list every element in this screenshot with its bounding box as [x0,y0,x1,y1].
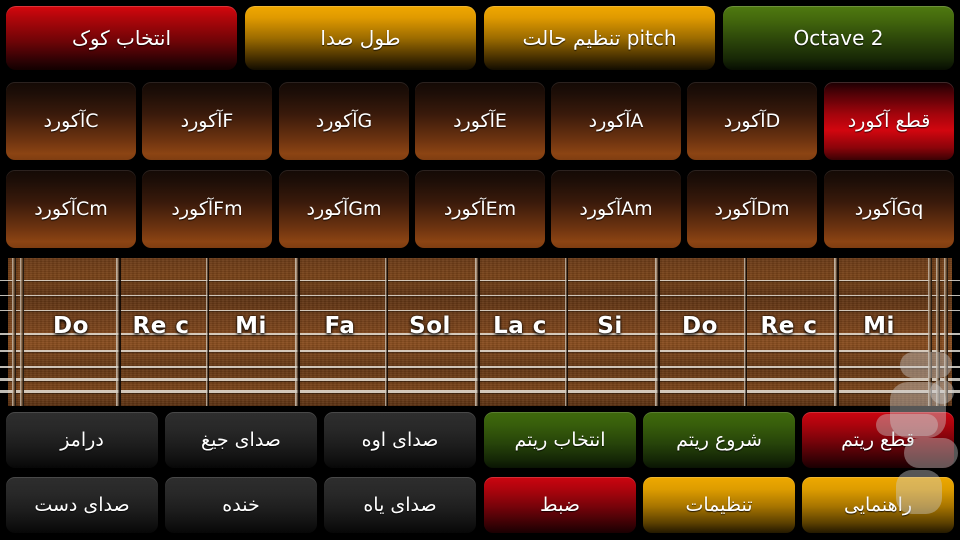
select-rhythm-button[interactable]: انتخاب ریتم [484,412,636,468]
button-label: تنظیمات [685,494,753,516]
button-label: آکوردGq [854,198,924,220]
pitch-mode-button[interactable]: تنظیم حالت pitch [484,6,715,70]
fret-note-label[interactable]: Re c [116,313,206,339]
guitar-string [0,280,960,281]
yeah-sound-button[interactable]: صدای یاه [324,477,476,533]
clap-sound-button[interactable]: صدای دست [6,477,158,533]
button-label: راهنمایی [843,494,913,516]
app-root: انتخاب کوک طول صدا تنظیم حالت pitch Octave … [0,0,960,540]
button-label: قطع ریتم [841,429,915,451]
button-label: Octave 2 [793,26,884,50]
drums-button[interactable]: درامز [6,412,158,468]
start-rhythm-button[interactable]: شروع ریتم [643,412,795,468]
fret-note-label[interactable]: Re c [744,313,834,339]
button-label: آکوردFm [171,198,243,220]
chord-a-button[interactable]: آکوردA [551,82,681,160]
help-button[interactable]: راهنمایی [802,477,954,533]
fret-note-label[interactable]: Do [26,313,116,339]
select-tuning-button[interactable]: انتخاب کوک [6,6,237,70]
chord-em-button[interactable]: آکوردEm [415,170,545,248]
fretboard-nut [944,258,948,406]
guitar-string [0,378,960,381]
fretboard-nut [936,258,940,406]
button-label: آکوردDm [714,198,790,220]
chord-f-button[interactable]: آکوردF [142,82,272,160]
button-label: شروع ریتم [676,429,762,451]
chord-e-button[interactable]: آکوردE [415,82,545,160]
button-label: قطع آکورد [847,110,931,132]
button-label: صدای یاه [363,494,437,516]
stop-rhythm-button[interactable]: قطع ریتم [802,412,954,468]
chord-cm-button[interactable]: آکوردCm [6,170,136,248]
scream-sound-button[interactable]: صدای جیغ [165,412,317,468]
chord-d-button[interactable]: آکوردD [687,82,817,160]
button-label: آکوردEm [443,198,517,220]
guitar-fretboard[interactable]: Do Re c Mi Fa Sol La c Si Do Re c Mi [0,258,960,406]
chord-c-button[interactable]: آکوردC [6,82,136,160]
chord-gq-button[interactable]: آکوردGq [824,170,954,248]
button-label: صدای دست [34,494,130,516]
guitar-string [0,390,960,393]
chord-gm-button[interactable]: آکوردGm [279,170,409,248]
fret-note-label[interactable]: Do [655,313,745,339]
fret-note-label[interactable]: Mi [206,313,296,339]
button-label: آکوردG [315,110,373,132]
guitar-string [0,350,960,352]
sound-length-button[interactable]: طول صدا [245,6,476,70]
button-label: آکوردF [180,110,234,132]
fret-note-label[interactable]: Mi [834,313,924,339]
button-label: درامز [60,429,104,451]
fret-note-label[interactable]: Sol [385,313,475,339]
button-label: تنظیم حالت pitch [522,26,677,50]
fret-note-label[interactable]: Si [565,313,655,339]
button-label: صدای اوه [361,429,439,451]
button-label: آکوردE [453,110,507,132]
chord-am-button[interactable]: آکوردAm [551,170,681,248]
button-label: انتخاب ریتم [514,429,606,451]
settings-button[interactable]: تنظیمات [643,477,795,533]
fret-note-label[interactable]: Fa [295,313,385,339]
button-label: آکوردCm [34,198,108,220]
button-label: آکوردA [588,110,644,132]
fretboard-nut [12,258,16,406]
button-label: خنده [222,494,260,516]
button-label: صدای جیغ [201,429,281,451]
button-label: انتخاب کوک [71,26,172,50]
chord-g-button[interactable]: آکوردG [279,82,409,160]
button-label: آکوردD [723,110,781,132]
octave-button[interactable]: Octave 2 [723,6,954,70]
button-label: آکوردAm [579,198,653,220]
fretboard-nut [928,258,932,406]
button-label: ضبط [540,494,580,516]
guitar-string [0,366,960,368]
fretboard-nut [20,258,24,406]
button-label: آکوردC [43,110,99,132]
record-button[interactable]: ضبط [484,477,636,533]
button-label: آکوردGm [306,198,382,220]
oh-sound-button[interactable]: صدای اوه [324,412,476,468]
stop-chord-button[interactable]: قطع آکورد [824,82,954,160]
fret-note-label[interactable]: La c [475,313,565,339]
chord-dm-button[interactable]: آکوردDm [687,170,817,248]
guitar-string [0,310,960,311]
guitar-string [0,295,960,296]
chord-fm-button[interactable]: آکوردFm [142,170,272,248]
laugh-sound-button[interactable]: خنده [165,477,317,533]
button-label: طول صدا [320,26,401,50]
